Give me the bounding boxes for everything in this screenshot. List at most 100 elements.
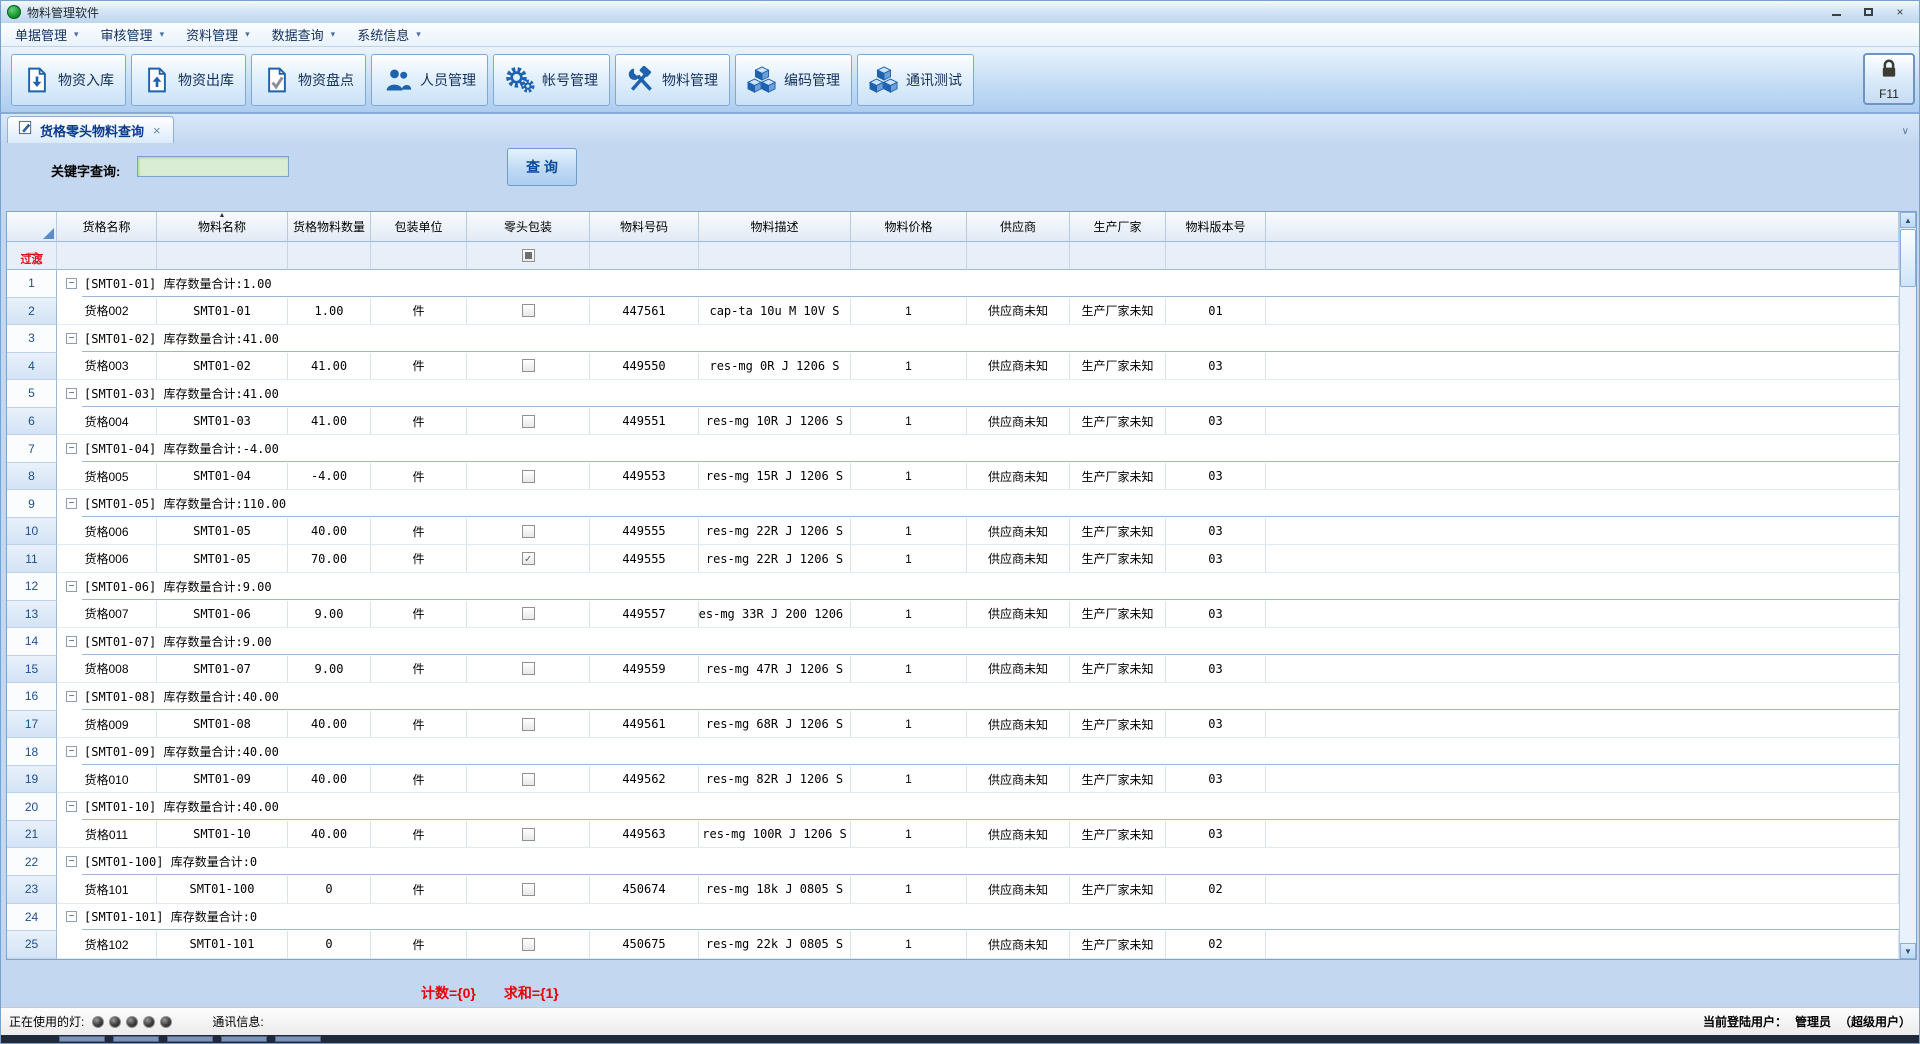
table-row[interactable]: 8货格005SMT01-04-4.00件449553res-mg 15R J 1… xyxy=(7,463,1899,491)
collapse-icon[interactable]: − xyxy=(66,691,77,702)
collapse-icon[interactable]: − xyxy=(66,278,77,289)
loose-pack-checkbox[interactable] xyxy=(522,607,535,620)
collapse-icon[interactable]: − xyxy=(66,856,77,867)
collapse-icon[interactable]: − xyxy=(66,636,77,647)
table-row[interactable]: 13货格007SMT01-069.00件449557res-mg 33R J 2… xyxy=(7,601,1899,629)
scroll-down-icon[interactable]: ▼ xyxy=(1900,943,1916,959)
filter-cell-4[interactable] xyxy=(467,242,590,270)
filter-cell-5[interactable] xyxy=(590,242,699,270)
tab-close-icon[interactable]: × xyxy=(151,123,163,138)
filter-cell-7[interactable] xyxy=(851,242,967,270)
grid-filter-corner[interactable]: → 过滤 xyxy=(7,242,57,270)
filter-cell-0[interactable] xyxy=(57,242,157,270)
collapse-icon[interactable]: − xyxy=(66,443,77,454)
group-row[interactable]: 9−[SMT01-05] 库存数量合计:110.00 xyxy=(7,490,1899,518)
loose-pack-checkbox[interactable] xyxy=(522,718,535,731)
group-row[interactable]: 5−[SMT01-03] 库存数量合计:41.00 xyxy=(7,380,1899,408)
query-button[interactable]: 查 询 xyxy=(507,148,577,186)
table-row[interactable]: 2货格002SMT01-011.00件447561cap-ta 10u M 10… xyxy=(7,298,1899,326)
close-button[interactable]: × xyxy=(1885,3,1915,20)
filter-checkbox[interactable] xyxy=(522,249,535,262)
column-header-6[interactable]: 物料描述 xyxy=(699,212,851,242)
table-row[interactable]: 10货格006SMT01-0540.00件449555res-mg 22R J … xyxy=(7,518,1899,546)
column-header-2[interactable]: 货格物料数量 xyxy=(288,212,371,242)
maximize-button[interactable] xyxy=(1853,3,1883,20)
collapse-icon[interactable]: − xyxy=(66,388,77,399)
loose-pack-checkbox[interactable] xyxy=(522,525,535,538)
table-row[interactable]: 23货格101SMT01-1000件450674res-mg 18k J 080… xyxy=(7,876,1899,904)
tab-cargo-query[interactable]: 货格零头物料查询 × xyxy=(7,116,174,143)
menu-item-2[interactable]: 资料管理▾ xyxy=(180,23,256,46)
loose-pack-checkbox[interactable] xyxy=(522,662,535,675)
filter-cell-9[interactable] xyxy=(1070,242,1166,270)
column-header-10[interactable]: 物料版本号 xyxy=(1166,212,1266,242)
table-row[interactable]: 17货格009SMT01-0840.00件449561res-mg 68R J … xyxy=(7,711,1899,739)
column-header-7[interactable]: 物料价格 xyxy=(851,212,967,242)
loose-pack-checkbox[interactable] xyxy=(522,883,535,896)
loose-pack-checkbox[interactable] xyxy=(522,359,535,372)
loose-pack-checkbox[interactable] xyxy=(522,304,535,317)
table-row[interactable]: 15货格008SMT01-079.00件449559res-mg 47R J 1… xyxy=(7,656,1899,684)
loose-pack-checkbox[interactable] xyxy=(522,415,535,428)
taskbar-window[interactable] xyxy=(59,1036,105,1042)
toolbar-button-7[interactable]: 通讯测试 xyxy=(857,54,974,106)
taskbar-window[interactable] xyxy=(113,1036,159,1042)
group-row[interactable]: 20−[SMT01-10] 库存数量合计:40.00 xyxy=(7,793,1899,821)
taskbar-window[interactable] xyxy=(167,1036,213,1042)
tabstrip-chevron-icon[interactable]: ∨ xyxy=(1902,126,1909,137)
group-row[interactable]: 16−[SMT01-08] 库存数量合计:40.00 xyxy=(7,683,1899,711)
toolbar-button-2[interactable]: 物资盘点 xyxy=(251,54,366,106)
filter-cell-3[interactable] xyxy=(371,242,467,270)
column-header-9[interactable]: 生产厂家 xyxy=(1070,212,1166,242)
column-header-3[interactable]: 包装单位 xyxy=(371,212,467,242)
menu-item-1[interactable]: 审核管理▾ xyxy=(95,23,171,46)
group-row[interactable]: 18−[SMT01-09] 库存数量合计:40.00 xyxy=(7,738,1899,766)
table-row[interactable]: 4货格003SMT01-0241.00件449550res-mg 0R J 12… xyxy=(7,353,1899,381)
loose-pack-checkbox[interactable] xyxy=(522,828,535,841)
menu-item-3[interactable]: 数据查询▾ xyxy=(266,23,342,46)
column-header-0[interactable]: 货格名称 xyxy=(57,212,157,242)
group-row[interactable]: 22−[SMT01-100] 库存数量合计:0 xyxy=(7,848,1899,876)
loose-pack-checkbox[interactable] xyxy=(522,938,535,951)
filter-cell-6[interactable] xyxy=(699,242,851,270)
collapse-icon[interactable]: − xyxy=(66,746,77,757)
collapse-icon[interactable]: − xyxy=(66,911,77,922)
group-row[interactable]: 1−[SMT01-01] 库存数量合计:1.00 xyxy=(7,270,1899,298)
table-row[interactable]: 19货格010SMT01-0940.00件449562res-mg 82R J … xyxy=(7,766,1899,794)
collapse-icon[interactable]: − xyxy=(66,581,77,592)
loose-pack-checkbox[interactable] xyxy=(522,773,535,786)
column-header-1[interactable]: 物料名称▲ xyxy=(157,212,288,242)
menu-item-0[interactable]: 单据管理▾ xyxy=(9,23,85,46)
grid-corner-cell[interactable] xyxy=(7,212,57,242)
menu-item-4[interactable]: 系统信息▾ xyxy=(351,23,427,46)
taskbar-window[interactable] xyxy=(221,1036,267,1042)
toolbar-button-3[interactable]: 人员管理 xyxy=(371,54,488,106)
column-header-5[interactable]: 物料号码 xyxy=(590,212,699,242)
keyword-input[interactable] xyxy=(137,156,289,177)
group-row[interactable]: 7−[SMT01-04] 库存数量合计:-4.00 xyxy=(7,435,1899,463)
taskbar-window[interactable] xyxy=(275,1036,321,1042)
collapse-icon[interactable]: − xyxy=(66,333,77,344)
group-row[interactable]: 12−[SMT01-06] 库存数量合计:9.00 xyxy=(7,573,1899,601)
filter-cell-2[interactable] xyxy=(288,242,371,270)
table-row[interactable]: 6货格004SMT01-0341.00件449551res-mg 10R J 1… xyxy=(7,408,1899,436)
column-header-4[interactable]: 零头包装 xyxy=(467,212,590,242)
minimize-button[interactable] xyxy=(1821,3,1851,20)
table-row[interactable]: 11货格006SMT01-0570.00件449555res-mg 22R J … xyxy=(7,545,1899,573)
toolbar-button-1[interactable]: 物资出库 xyxy=(131,54,246,106)
vertical-scrollbar[interactable]: ▲ ▼ xyxy=(1899,212,1916,959)
scroll-up-icon[interactable]: ▲ xyxy=(1900,212,1916,228)
table-row[interactable]: 25货格102SMT01-1010件450675res-mg 22k J 080… xyxy=(7,931,1899,959)
toolbar-button-6[interactable]: 编码管理 xyxy=(735,54,852,106)
filter-cell-10[interactable] xyxy=(1166,242,1266,270)
loose-pack-checkbox[interactable] xyxy=(522,470,535,483)
lock-f11-button[interactable]: F11 xyxy=(1863,53,1915,105)
loose-pack-checkbox[interactable] xyxy=(522,552,535,565)
scrollbar-thumb[interactable] xyxy=(1900,229,1916,287)
column-header-8[interactable]: 供应商 xyxy=(967,212,1070,242)
collapse-icon[interactable]: − xyxy=(66,801,77,812)
group-row[interactable]: 24−[SMT01-101] 库存数量合计:0 xyxy=(7,904,1899,932)
toolbar-button-4[interactable]: 帐号管理 xyxy=(493,54,610,106)
collapse-icon[interactable]: − xyxy=(66,498,77,509)
filter-cell-8[interactable] xyxy=(967,242,1070,270)
